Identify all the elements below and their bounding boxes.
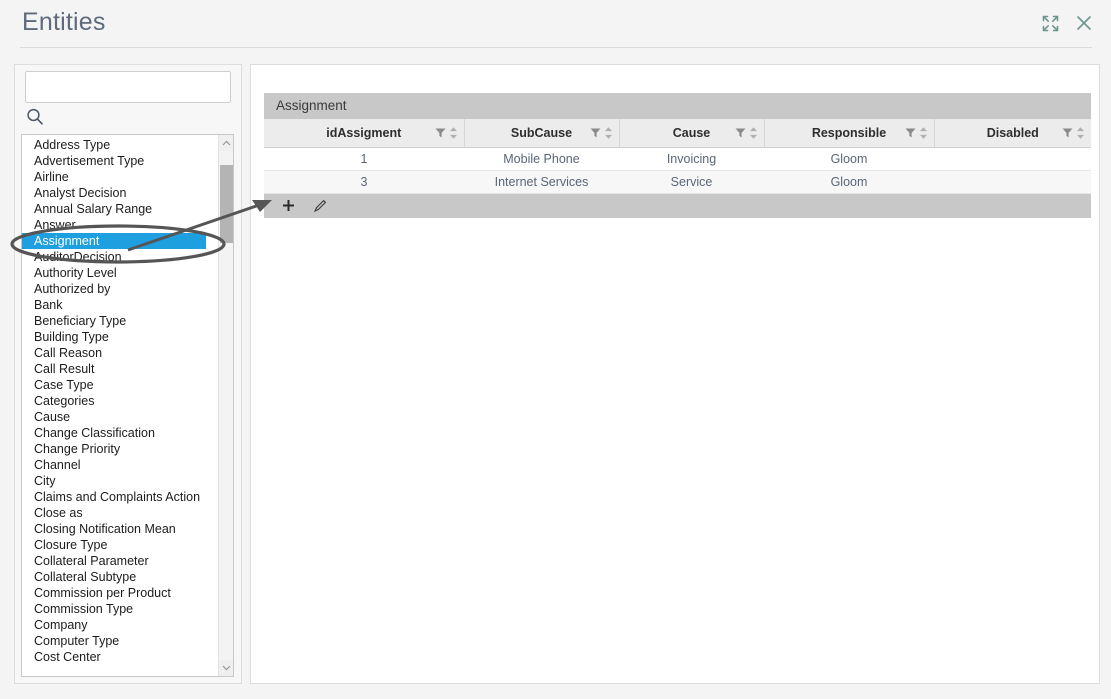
table-cell: 3: [264, 170, 464, 194]
close-icon[interactable]: [1073, 12, 1095, 34]
list-item[interactable]: Annual Salary Range: [22, 201, 218, 217]
expand-icon[interactable]: [1039, 12, 1061, 34]
list-item[interactable]: Cause: [22, 409, 218, 425]
list-item[interactable]: Closure Type: [22, 537, 218, 553]
list-item[interactable]: Commission Type: [22, 601, 218, 617]
list-item[interactable]: Beneficiary Type: [22, 313, 218, 329]
list-item[interactable]: Building Type: [22, 329, 218, 345]
header-divider: [20, 47, 1092, 48]
column-header-label: Disabled: [986, 125, 1039, 140]
entities-sidebar: Address Type Advertisement Type Airline Ana…: [14, 64, 242, 684]
table-row[interactable]: 3 Internet Services Service Gloom: [264, 170, 1091, 194]
header-actions: [1039, 12, 1095, 34]
table-cell: Gloom: [764, 170, 934, 194]
table-cell: 1: [264, 147, 464, 171]
sort-icon[interactable]: [449, 126, 458, 139]
table-cell: [934, 147, 1091, 171]
assignment-grid: Assignment idAssigment SubCause Cause Respo…: [264, 93, 1091, 218]
list-item[interactable]: Analyst Decision: [22, 185, 218, 201]
list-item[interactable]: Cost Center: [22, 649, 218, 665]
assignment-table: idAssigment SubCause Cause Responsible Disab…: [264, 119, 1091, 194]
column-header[interactable]: idAssigment: [264, 119, 465, 148]
table-cell: Service: [619, 170, 764, 194]
list-item[interactable]: Collateral Parameter: [22, 553, 218, 569]
list-item[interactable]: Airline: [22, 169, 218, 185]
scroll-down-arrow[interactable]: [219, 660, 233, 676]
list-item[interactable]: Case Type: [22, 377, 218, 393]
filter-icon[interactable]: [735, 127, 746, 138]
list-item[interactable]: Authority Level: [22, 265, 218, 281]
entities-dialog: Entities Address Type Advertisement Type…: [0, 0, 1111, 699]
filter-icon[interactable]: [905, 127, 916, 138]
list-item[interactable]: Call Reason: [22, 345, 218, 361]
table-cell: Invoicing: [619, 147, 764, 171]
sort-icon[interactable]: [604, 126, 613, 139]
column-header[interactable]: SubCause: [464, 119, 620, 148]
table-cell: [934, 170, 1091, 194]
column-header-label: SubCause: [510, 125, 573, 140]
entity-detail-panel: Assignment idAssigment SubCause Cause Respo…: [250, 64, 1100, 684]
grid-caption: Assignment: [264, 93, 1091, 119]
column-header[interactable]: Responsible: [764, 119, 935, 148]
table-header: idAssigment SubCause Cause Responsible Disab…: [264, 119, 1091, 148]
table-cell: Internet Services: [464, 170, 619, 194]
filter-icon[interactable]: [1062, 127, 1073, 138]
list-item[interactable]: AuditorDecision: [22, 249, 218, 265]
table-body: 1 Mobile Phone Invoicing Gloom 3 Internet Ser…: [264, 147, 1091, 194]
entities-list-items: Address Type Advertisement Type Airline Ana…: [22, 137, 218, 665]
entities-list[interactable]: Address Type Advertisement Type Airline Ana…: [21, 134, 234, 677]
table-cell: Mobile Phone: [464, 147, 619, 171]
list-item[interactable]: Advertisement Type: [22, 153, 218, 169]
sort-icon[interactable]: [919, 126, 928, 139]
dialog-header: Entities: [0, 0, 1111, 48]
sort-icon[interactable]: [1076, 126, 1085, 139]
list-item[interactable]: City: [22, 473, 218, 489]
plus-icon[interactable]: [280, 198, 296, 214]
scroll-up-arrow[interactable]: [219, 135, 233, 151]
list-item[interactable]: Close as: [22, 505, 218, 521]
column-header-label: Responsible: [811, 125, 887, 140]
pencil-icon[interactable]: [312, 198, 328, 214]
list-item[interactable]: Call Result: [22, 361, 218, 377]
list-item[interactable]: Answer: [22, 217, 218, 233]
column-header[interactable]: Cause: [619, 119, 765, 148]
page-title: Entities: [22, 8, 106, 36]
list-item[interactable]: Collateral Subtype: [22, 569, 218, 585]
list-item[interactable]: Change Priority: [22, 441, 218, 457]
list-item[interactable]: Address Type: [22, 137, 218, 153]
list-item[interactable]: Bank: [22, 297, 218, 313]
column-header[interactable]: Disabled: [934, 119, 1091, 148]
search-input[interactable]: [25, 71, 231, 103]
list-item[interactable]: Commission per Product: [22, 585, 218, 601]
list-item[interactable]: Closing Notification Mean: [22, 521, 218, 537]
table-header-row: idAssigment SubCause Cause Responsible Disab…: [264, 119, 1091, 148]
column-header-label: idAssigment: [326, 125, 402, 140]
list-item[interactable]: Assignment: [22, 233, 206, 249]
column-header-label: Cause: [672, 125, 711, 140]
table-cell: Gloom: [764, 147, 934, 171]
list-item[interactable]: Computer Type: [22, 633, 218, 649]
list-item[interactable]: Authorized by: [22, 281, 218, 297]
list-item[interactable]: Channel: [22, 457, 218, 473]
search-icon[interactable]: [25, 107, 47, 129]
list-item[interactable]: Company: [22, 617, 218, 633]
sort-icon[interactable]: [749, 126, 758, 139]
list-item[interactable]: Categories: [22, 393, 218, 409]
list-item[interactable]: Change Classification: [22, 425, 218, 441]
list-item[interactable]: Claims and Complaints Action: [22, 489, 218, 505]
filter-icon[interactable]: [590, 127, 601, 138]
table-row[interactable]: 1 Mobile Phone Invoicing Gloom: [264, 147, 1091, 171]
scroll-thumb[interactable]: [220, 165, 233, 243]
list-scrollbar[interactable]: [218, 135, 233, 676]
filter-icon[interactable]: [435, 127, 446, 138]
grid-toolbar: [264, 193, 1091, 218]
